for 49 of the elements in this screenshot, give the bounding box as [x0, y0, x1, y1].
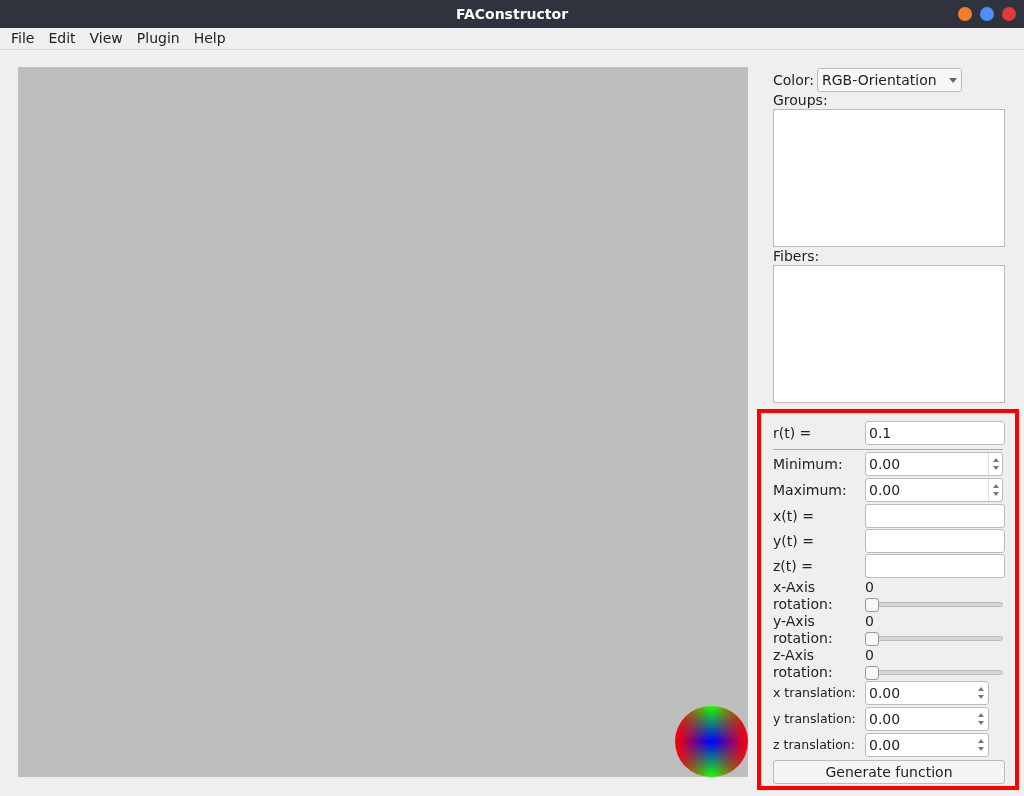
- field-label: x(t) =: [773, 508, 815, 524]
- text-field[interactable]: [865, 529, 1005, 553]
- spin-box[interactable]: 0.00: [865, 707, 989, 731]
- close-button[interactable]: [1002, 7, 1016, 21]
- menu-item[interactable]: Plugin: [129, 28, 187, 49]
- color-label: Color:: [773, 70, 815, 90]
- spin-box[interactable]: 0.00: [865, 733, 989, 757]
- text-field[interactable]: [865, 554, 1005, 578]
- maximize-button[interactable]: [980, 7, 994, 21]
- caret-icon: [948, 77, 957, 83]
- groups-list[interactable]: [773, 109, 1005, 247]
- field-label: y(t) =: [773, 533, 815, 549]
- field-label: r(t) =: [773, 425, 813, 441]
- fibers-label: Fibers:: [773, 248, 821, 265]
- spin-box[interactable]: 0.00: [865, 478, 1003, 502]
- menu-item[interactable]: Edit: [41, 28, 83, 49]
- field-label: y-Axis rotation:: [773, 613, 834, 647]
- color-dropdown[interactable]: RGB-Orientation: [817, 68, 962, 92]
- field-label: Minimum:: [773, 456, 844, 472]
- slider-thumb[interactable]: [865, 631, 879, 646]
- minimize-button[interactable]: [958, 7, 972, 21]
- window-title: FAConstructor: [455, 4, 569, 24]
- slider-thumb[interactable]: [865, 597, 879, 612]
- slider-reading: 0: [865, 579, 874, 596]
- field-label: Maximum:: [773, 482, 848, 498]
- slider-reading: 0: [865, 647, 874, 664]
- groups-label: Groups:: [773, 92, 829, 109]
- fibers-list[interactable]: [773, 265, 1005, 403]
- field-label: y translation:: [773, 711, 857, 727]
- menu-item[interactable]: View: [82, 28, 130, 49]
- spin-arrows-icon[interactable]: [988, 453, 1002, 475]
- slider-track[interactable]: [865, 596, 1003, 613]
- field-label: z-Axis rotation:: [773, 647, 834, 681]
- field-label: x-Axis rotation:: [773, 579, 834, 613]
- spin-box[interactable]: 0.00: [865, 452, 1003, 476]
- menu-item[interactable]: File: [4, 28, 42, 49]
- spin-box[interactable]: 0.00: [865, 681, 989, 705]
- slider-thumb[interactable]: [865, 665, 879, 680]
- slider-track[interactable]: [865, 664, 1003, 681]
- field-label: z translation:: [773, 737, 856, 753]
- menu-item[interactable]: Help: [186, 28, 233, 49]
- field-label: z(t) =: [773, 558, 814, 574]
- slider-track[interactable]: [865, 630, 1003, 647]
- slider-reading: 0: [865, 613, 874, 630]
- text-field[interactable]: 0.1: [865, 421, 1005, 445]
- text-field[interactable]: [865, 504, 1005, 528]
- generate-function-button[interactable]: Generate function: [773, 760, 1005, 784]
- field-label: x translation:: [773, 685, 857, 701]
- spin-arrows-icon[interactable]: [988, 479, 1002, 501]
